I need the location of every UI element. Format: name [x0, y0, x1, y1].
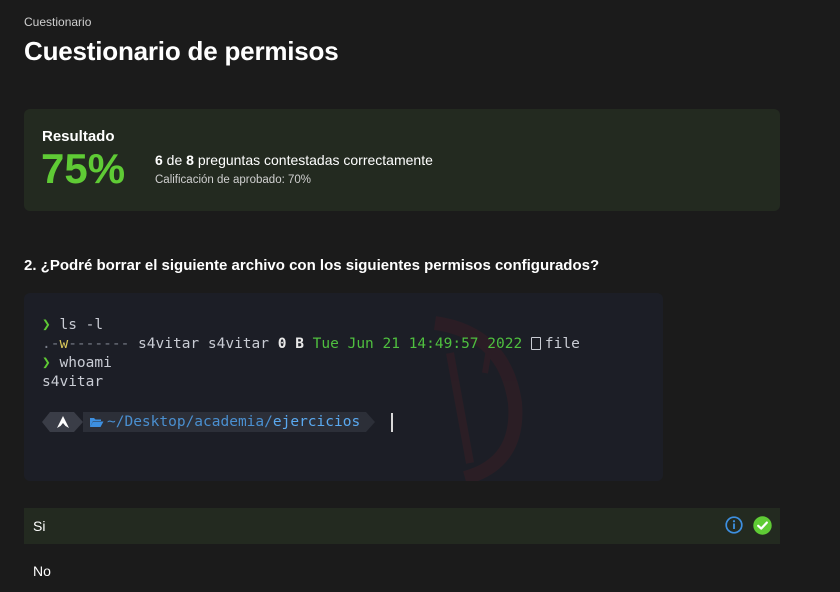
folder-open-icon	[90, 418, 104, 427]
total-count: 8	[186, 152, 194, 168]
file-icon	[530, 337, 541, 350]
file-date: Tue Jun 21 14:49:57 2022	[312, 336, 523, 352]
pass-grade: Calificación de aprobado: 70%	[155, 174, 311, 186]
powerline-separator-icon	[74, 412, 83, 432]
page-title: Cuestionario de permisos	[24, 36, 339, 66]
file-owner: s4vitar	[138, 336, 200, 352]
powerline-start	[42, 412, 50, 432]
perm-prefix: .-	[42, 336, 60, 352]
terminal-cursor	[391, 412, 394, 432]
result-label: Resultado	[42, 128, 115, 145]
file-size: 0	[277, 336, 287, 352]
prompt-arrow-icon: ❯	[42, 355, 51, 371]
file-size-unit: B	[295, 336, 304, 352]
of-word: de	[162, 152, 187, 168]
info-icon[interactable]	[725, 516, 743, 534]
terminal-line-1: ❯ ls -l	[42, 317, 103, 333]
file-group: s4vitar	[207, 336, 269, 352]
command-ls: ls -l	[59, 317, 104, 333]
powerline-end-icon	[366, 412, 376, 432]
path-home: ~/Desktop/academia/	[107, 414, 273, 430]
powerline-prompt: ~/Desktop/academia/ejercicios	[42, 412, 394, 432]
answer-option-no[interactable]: No	[24, 555, 780, 587]
file-name: file	[544, 336, 580, 352]
answer-option-si[interactable]: Si	[24, 508, 780, 544]
powerline-os-segment	[50, 412, 74, 432]
terminal-line-2: .-w------- s4vitar s4vitar 0 B Tue Jun 2…	[42, 336, 580, 352]
prompt-arrow-icon: ❯	[42, 317, 51, 333]
breadcrumb[interactable]: Cuestionario	[24, 15, 91, 29]
path-dir: ejercicios	[272, 414, 361, 430]
powerline-path-segment: ~/Desktop/academia/ejercicios	[83, 412, 367, 432]
result-card: Resultado 75% 6 de 8 preguntas contestad…	[24, 109, 780, 211]
command-whoami: whoami	[59, 355, 112, 371]
arch-logo-icon	[57, 416, 69, 428]
terminal-line-4: s4vitar	[42, 374, 104, 390]
perm-rest: -------	[68, 336, 130, 352]
terminal-screenshot: ❯ ls -l .-w------- s4vitar s4vitar 0 B T…	[24, 293, 663, 481]
answer-label: No	[33, 563, 51, 579]
question-text: 2. ¿Podré borrar el siguiente archivo co…	[24, 257, 600, 274]
check-circle-icon	[753, 516, 772, 535]
result-summary: 6 de 8 preguntas contestadas correctamen…	[155, 152, 433, 168]
answer-label: Si	[33, 518, 46, 534]
perm-write: w	[59, 336, 69, 352]
correct-count: 6	[155, 152, 163, 168]
summary-tail: preguntas contestadas correctamente	[193, 152, 433, 168]
result-percent: 75%	[41, 145, 126, 192]
terminal-line-3: ❯ whoami	[42, 355, 112, 371]
